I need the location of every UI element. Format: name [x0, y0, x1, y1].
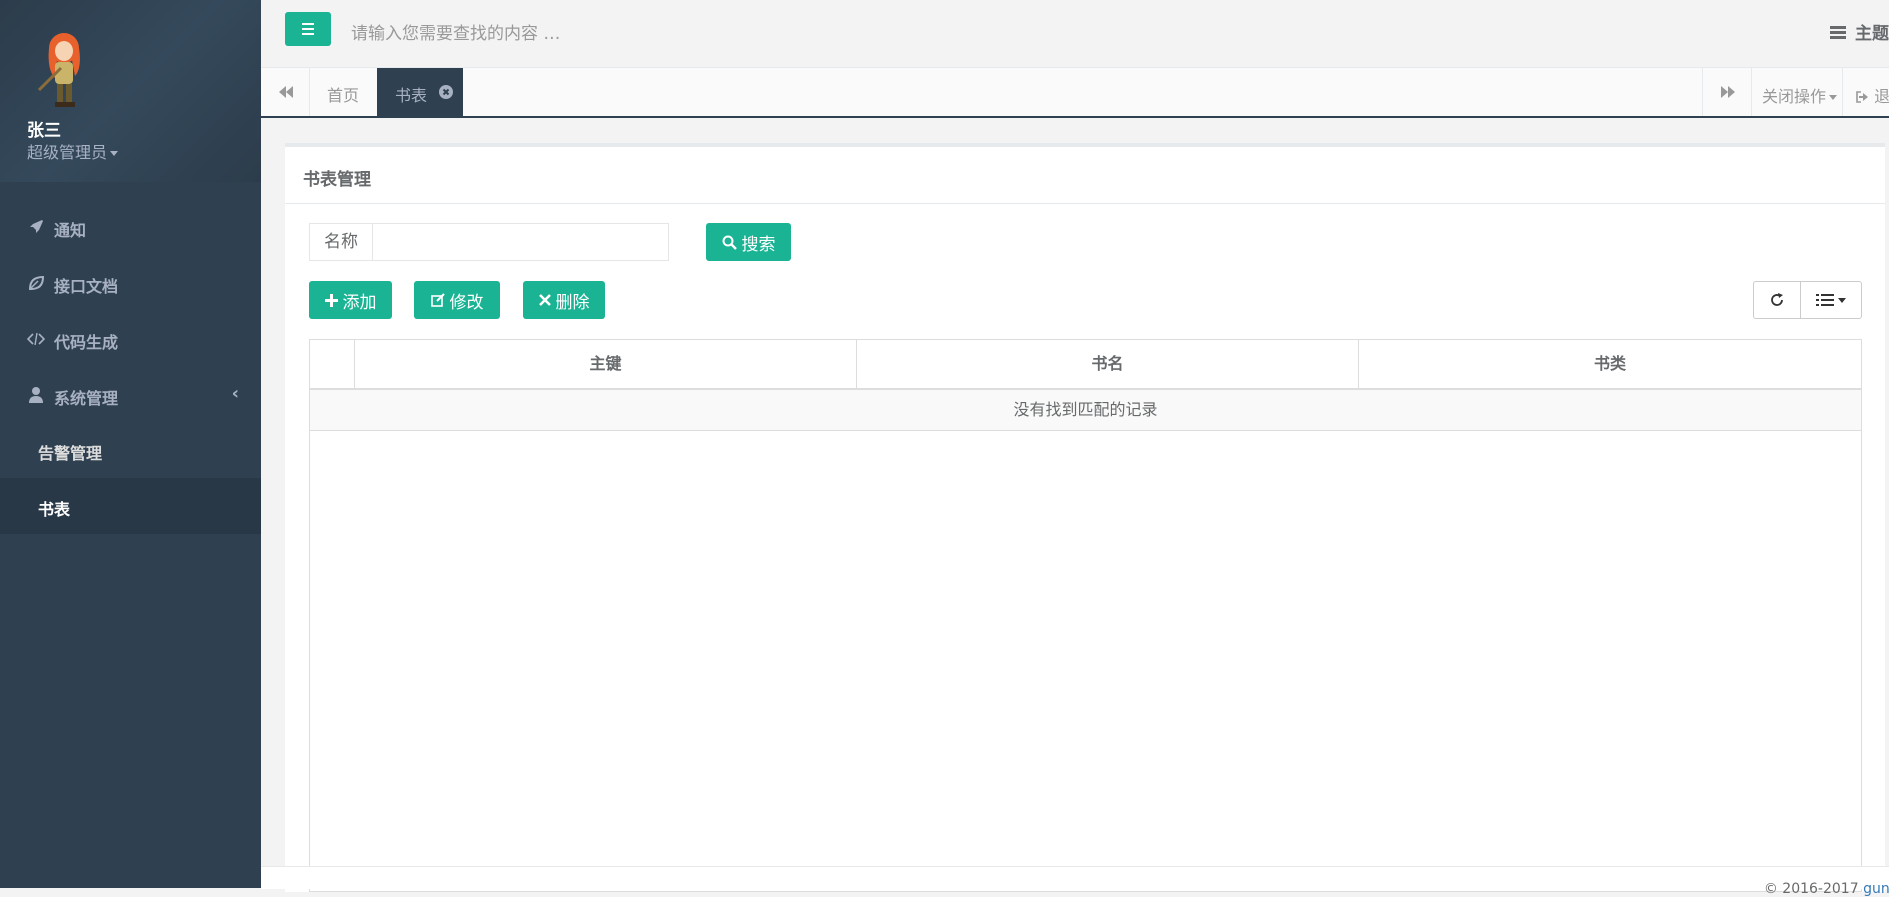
sidebar-subitem-label: 告警管理: [38, 444, 103, 463]
refresh-icon: [1771, 293, 1783, 306]
tab-home[interactable]: 首页: [309, 68, 377, 116]
caret-down-icon: [1829, 95, 1838, 100]
columns-toggle-button[interactable]: [1800, 281, 1862, 319]
user-role-label: 超级管理员: [27, 143, 108, 162]
column-header[interactable]: 书类: [1359, 340, 1861, 388]
double-chevron-right-icon: [1721, 86, 1735, 98]
leaf-icon: [28, 275, 45, 290]
tabs-scroll-left-button[interactable]: [261, 68, 310, 116]
search-icon: [722, 235, 737, 250]
caret-down-icon: [1838, 297, 1846, 303]
column-header[interactable]: 书名: [857, 340, 1359, 388]
list-icon: [1816, 294, 1834, 306]
tab-label: 首页: [327, 86, 360, 105]
data-table: 主键 书名 书类 没有找到匹配的记录: [309, 339, 1862, 892]
book-management-panel: 书表管理 名称 搜索 添加 修改 删除 主键 书名 书类 没有找到匹配的记录: [285, 143, 1885, 892]
edit-button[interactable]: 修改: [414, 281, 500, 319]
sidebar-subitem-label: 书表: [38, 500, 71, 519]
sidebar-item-notice[interactable]: 通知: [0, 199, 261, 255]
sidebar-item-label: 通知: [54, 221, 87, 240]
user-role-dropdown[interactable]: 超级管理员: [27, 139, 119, 163]
edit-icon: [430, 293, 445, 307]
footer-link[interactable]: guns: [1863, 881, 1889, 897]
menu-bar-icon: [302, 33, 314, 35]
sidebar-item-label: 接口文档: [54, 277, 119, 296]
close-operations-label: 关闭操作: [1762, 87, 1827, 106]
theme-label: 主题: [1855, 24, 1889, 44]
menu-toggle-button[interactable]: [285, 12, 331, 46]
logout-button[interactable]: 退: [1855, 83, 1889, 107]
plus-icon: [324, 293, 338, 307]
column-header[interactable]: 主键: [355, 340, 857, 388]
edit-button-label: 修改: [449, 292, 484, 313]
copyright-text: © 2016-2017: [1763, 881, 1864, 897]
logout-label: 退: [1874, 87, 1889, 106]
add-button-label: 添加: [342, 292, 377, 313]
select-all-column[interactable]: [310, 340, 355, 388]
footer: © 2016-2017 guns: [261, 866, 1889, 897]
sidebar-item-system[interactable]: 系统管理 ‹: [0, 367, 261, 423]
close-icon: [538, 294, 551, 306]
sidebar-subitem-alarm[interactable]: 告警管理: [0, 422, 261, 478]
double-chevron-left-icon: [279, 86, 293, 98]
chevron-left-icon: ‹: [231, 383, 239, 404]
menu-bar-icon: [302, 28, 314, 30]
close-circle-icon[interactable]: [439, 85, 453, 99]
menu-bar-icon: [302, 23, 314, 25]
refresh-button[interactable]: [1753, 281, 1801, 319]
search-button[interactable]: 搜索: [706, 223, 791, 261]
theme-button[interactable]: 主题: [1829, 19, 1889, 44]
global-search-input[interactable]: 请输入您需要查找的内容 …: [351, 19, 560, 44]
sidebar: 张三 超级管理员 通知 接口文档 代码生成 系统管理 ‹ 告警管理 书表: [0, 0, 261, 888]
sidebar-subitem-book[interactable]: 书表: [0, 478, 261, 534]
rocket-icon: [30, 220, 43, 233]
top-navbar: 请输入您需要查找的内容 … 主题: [261, 0, 1889, 68]
sidebar-item-label: 系统管理: [54, 389, 119, 408]
tab-label: 书表: [395, 86, 428, 105]
caret-down-icon: [110, 151, 119, 156]
name-search-input[interactable]: [373, 223, 669, 261]
sign-out-icon: [1856, 91, 1868, 103]
avatar[interactable]: [27, 30, 97, 110]
sidebar-item-label: 代码生成: [54, 333, 119, 352]
tab-book[interactable]: 书表: [377, 68, 463, 116]
tabs-scroll-right-button[interactable]: [1702, 68, 1752, 116]
delete-button[interactable]: 删除: [523, 281, 605, 319]
code-icon: [27, 332, 45, 346]
user-name: 张三: [27, 121, 61, 141]
delete-button-label: 删除: [555, 292, 590, 313]
theme-icon: [1830, 25, 1846, 39]
panel-title: 书表管理: [303, 170, 371, 190]
close-operations-dropdown[interactable]: 关闭操作: [1752, 68, 1843, 116]
panel-divider: [285, 203, 1885, 204]
search-button-label: 搜索: [741, 234, 776, 255]
sidebar-item-api-docs[interactable]: 接口文档: [0, 255, 261, 311]
add-button[interactable]: 添加: [309, 281, 392, 319]
name-field-label: 名称: [309, 223, 373, 261]
tabs-bar: 首页 书表 关闭操作 退: [261, 68, 1889, 118]
user-profile: 张三 超级管理员: [0, 0, 261, 182]
user-icon: [29, 387, 43, 403]
empty-table-message: 没有找到匹配的记录: [310, 390, 1861, 431]
sidebar-item-code-gen[interactable]: 代码生成: [0, 311, 261, 367]
